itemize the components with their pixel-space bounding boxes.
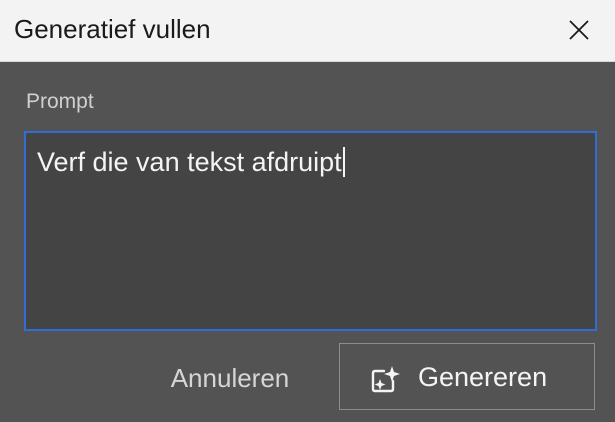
prompt-input[interactable]: Verf die van tekst afdruipt — [24, 131, 597, 331]
close-icon — [569, 20, 589, 40]
close-button[interactable] — [552, 4, 606, 56]
cancel-button[interactable]: Annuleren — [150, 352, 310, 404]
generative-fill-dialog: Generatief vullen Prompt Verf die van te… — [0, 0, 615, 422]
prompt-input-text: Verf die van tekst afdruipt — [37, 145, 345, 179]
generative-sparkle-icon — [371, 366, 400, 393]
prompt-label: Prompt — [26, 90, 94, 113]
generate-button-label: Genereren — [418, 362, 548, 392]
title-bar: Generatief vullen — [0, 0, 615, 62]
generate-button[interactable]: Genereren — [339, 343, 595, 410]
text-caret — [342, 147, 345, 177]
dialog-title: Generatief vullen — [14, 14, 211, 44]
cancel-button-label: Annuleren — [170, 362, 290, 393]
prompt-value: Verf die van tekst afdruipt — [37, 147, 342, 177]
